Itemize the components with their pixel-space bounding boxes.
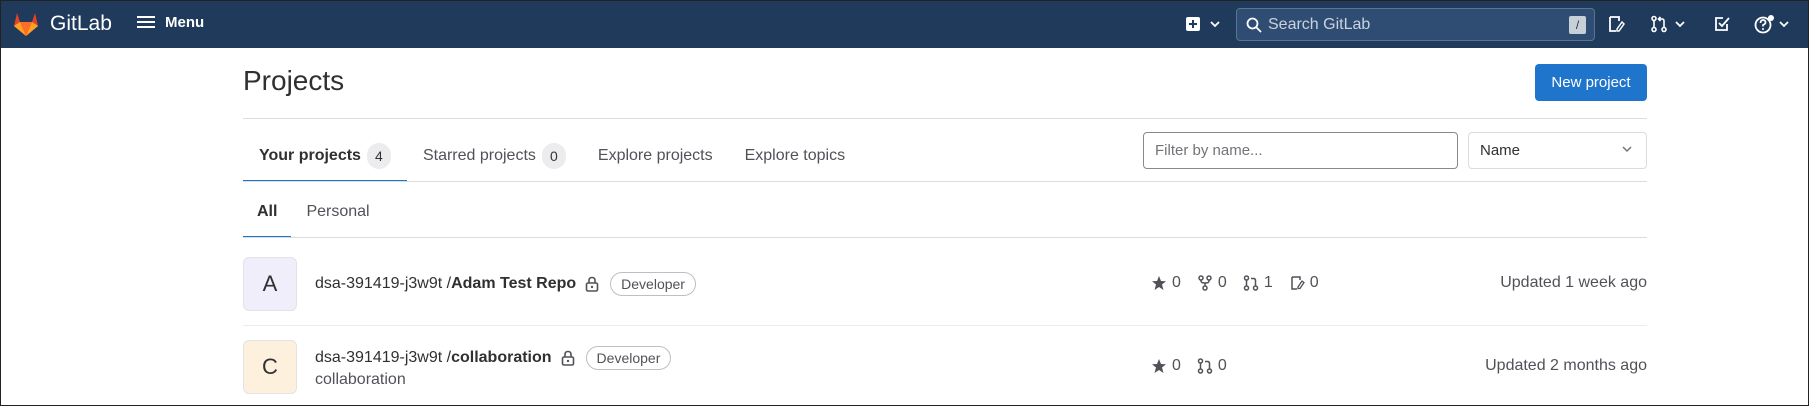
stat-value: 0 [1217,274,1227,291]
menu-label: Menu [165,13,205,31]
forks-count[interactable]: 0 [1197,274,1227,292]
search-box[interactable]: Search GitLab / [1236,8,1595,41]
merge-request-icon [1197,358,1213,374]
sort-value: Name [1480,142,1521,159]
page-title: Projects [243,65,345,96]
merge-requests-count[interactable]: 1 [1243,274,1273,292]
divider [243,237,1647,238]
sort-dropdown[interactable]: Name [1468,132,1647,169]
project-name: collaboration [451,349,552,366]
project-row: C dsa-391419-j3w9t / collaboration Devel… [243,340,1647,406]
stat-value: 0 [1172,274,1181,291]
merge-requests-icon [1651,15,1667,33]
create-new-dropdown[interactable] [1185,0,1221,48]
create-new-icon [1186,17,1200,31]
search-shortcut-badge: / [1569,16,1586,34]
project-title[interactable]: dsa-391419-j3w9t / collaboration Develop… [315,346,672,370]
stars-count[interactable]: 0 [1151,274,1181,292]
chevron-down-icon [1210,21,1220,28]
star-icon [1152,276,1166,290]
tab-label: Your projects [259,147,361,164]
tab-your-projects[interactable]: Your projects 4 [243,130,407,182]
chevron-down-icon [1622,146,1632,153]
search-placeholder: Search GitLab [1268,15,1371,33]
filter-by-name-input[interactable] [1143,132,1458,169]
chevron-down-icon [1675,21,1685,28]
new-project-button[interactable]: New project [1535,64,1647,101]
project-title[interactable]: dsa-391419-j3w9t / Adam Test Repo Develo… [315,272,696,296]
project-namespace: dsa-391419-j3w9t / [315,349,452,366]
merge-request-icon [1243,275,1259,291]
updated-time: Updated 1 week ago [1500,274,1647,291]
role-badge: Developer [610,272,696,296]
merge-requests-count[interactable]: 0 [1197,357,1227,375]
stat-value: 1 [1263,274,1273,291]
project-filter-tabs: All Personal [243,186,385,238]
project-avatar[interactable]: A [243,257,297,311]
fork-icon [1198,275,1212,291]
project-namespace: dsa-391419-j3w9t / [315,275,452,292]
divider [243,181,1647,182]
project-row: A dsa-391419-j3w9t / Adam Test Repo Deve… [243,257,1647,313]
lock-icon [584,276,600,292]
lock-icon [560,350,576,366]
stat-value: 0 [1309,274,1319,291]
updated-time: Updated 2 months ago [1485,357,1647,374]
stat-value: 0 [1172,357,1181,374]
tab-starred-projects[interactable]: Starred projects 0 [407,130,582,182]
count-badge: 0 [541,143,566,169]
count-badge: 4 [366,143,391,169]
project-avatar[interactable]: C [243,340,297,394]
divider [243,325,1647,326]
issues-count[interactable]: 0 [1289,274,1319,292]
todos-icon [1715,17,1730,31]
search-icon [1246,17,1262,33]
hamburger-icon [137,13,155,31]
subtab-all[interactable]: All [243,186,292,238]
tab-label: Starred projects [422,147,536,164]
gitlab-logo-icon [14,13,38,36]
todos-button[interactable] [1713,0,1731,48]
tab-label: Explore topics [744,147,846,164]
stat-value: 0 [1217,357,1227,374]
role-badge: Developer [585,346,672,370]
project-stats: 0 0 [1151,357,1243,375]
issues-icon [1290,276,1305,290]
project-stats: 0 0 1 0 [1151,274,1335,292]
stars-count[interactable]: 0 [1151,357,1181,375]
issues-icon [1609,16,1625,32]
tab-label: Explore projects [597,147,713,164]
chevron-down-icon [1779,21,1789,28]
help-dropdown[interactable] [1754,0,1790,48]
project-tabs: Your projects 4 Starred projects 0 Explo… [243,130,861,182]
project-description: collaboration [315,371,406,388]
star-icon [1152,359,1166,373]
tab-explore-topics[interactable]: Explore topics [729,130,862,182]
project-name: Adam Test Repo [451,275,577,292]
top-navbar: GitLab Menu Search GitLab / [0,0,1809,48]
help-icon [1754,15,1774,34]
merge-requests-dropdown[interactable] [1650,0,1686,48]
menu-button[interactable]: Menu [137,13,204,31]
gitlab-home-link[interactable]: GitLab [12,10,112,37]
tab-explore-projects[interactable]: Explore projects [582,130,729,182]
issues-button[interactable] [1607,0,1625,48]
brand-name: GitLab [50,11,112,35]
divider [243,118,1647,119]
subtab-personal[interactable]: Personal [291,186,384,238]
